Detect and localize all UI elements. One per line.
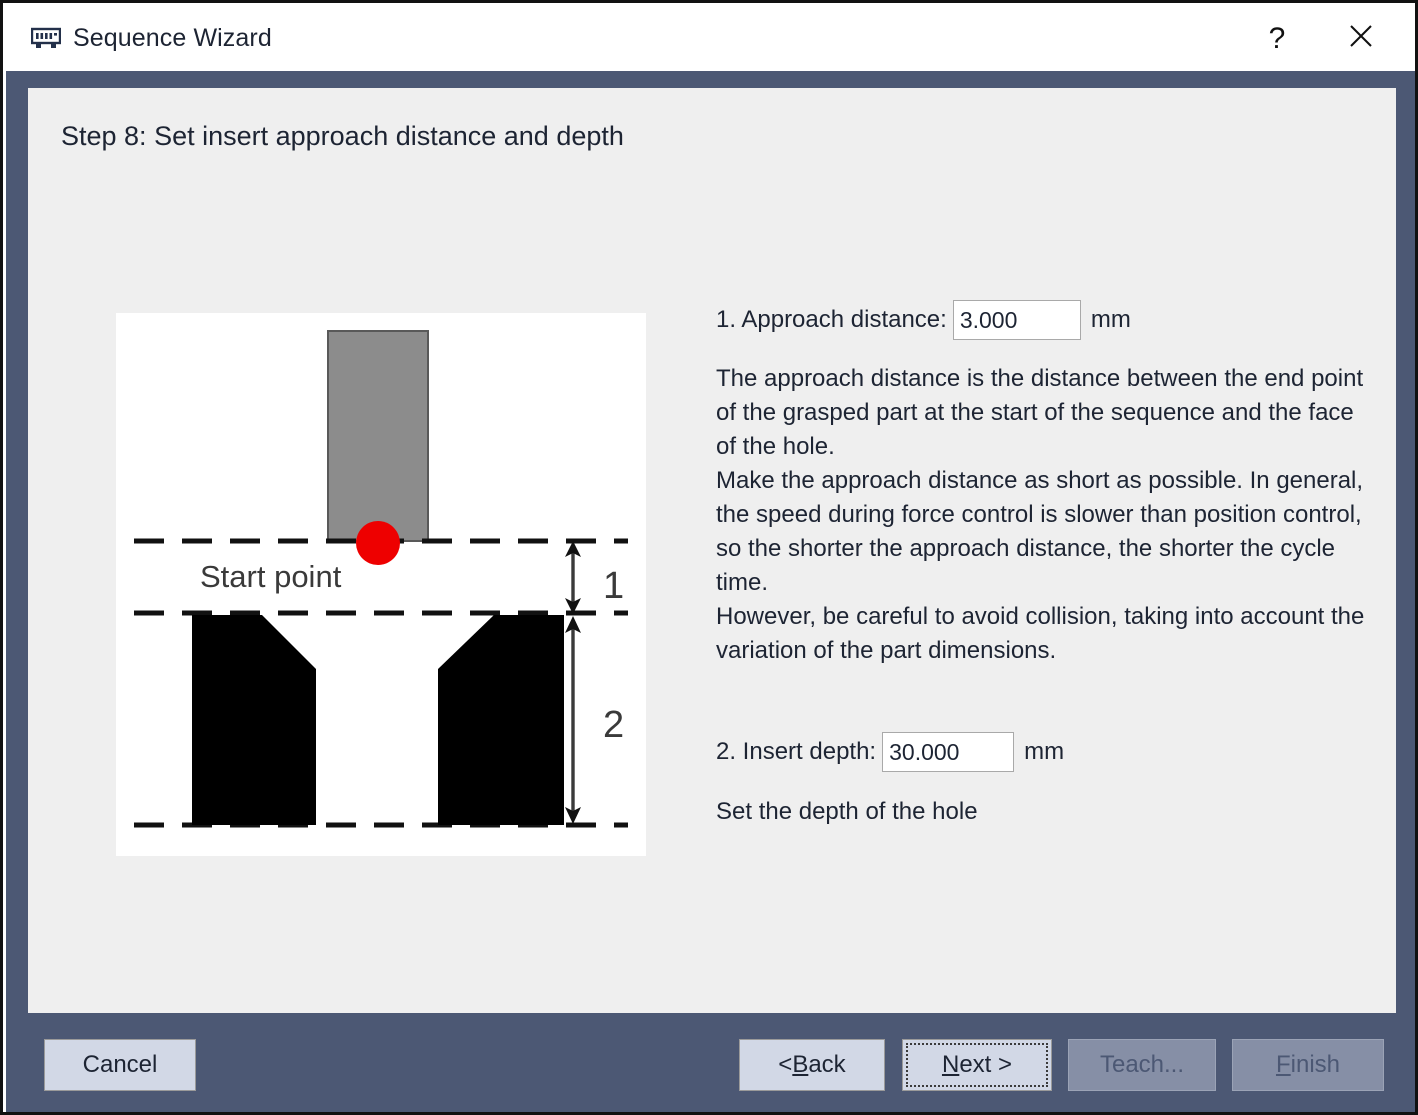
insert-approach-diagram: Start point 1 2 [116, 313, 646, 856]
back-button-accel: B [792, 1051, 809, 1078]
svg-text:Start point: Start point [200, 559, 342, 594]
cancel-button[interactable]: Cancel [44, 1039, 196, 1091]
approach-distance-input[interactable] [952, 300, 1081, 340]
finish-button-label: inish [1290, 1051, 1341, 1078]
approach-distance-row: 1. Approach distance: mm [716, 300, 1376, 340]
close-button[interactable] [1330, 6, 1392, 71]
teach-button-label: Teach... [1099, 1051, 1185, 1078]
approach-distance-unit: mm [1090, 306, 1131, 333]
close-icon [1347, 22, 1375, 55]
help-button[interactable]: ? [1246, 6, 1308, 71]
sequence-wizard-window: Sequence Wizard ? Step 8: Set insert app… [0, 0, 1418, 1115]
next-button-accel: N [941, 1051, 960, 1078]
settings-column: 1. Approach distance: mm The approach di… [716, 300, 1376, 826]
back-button-prefix: < [778, 1051, 793, 1078]
approach-distance-label: 1. Approach distance: [716, 306, 947, 333]
insert-depth-description: Set the depth of the hole [716, 798, 978, 825]
next-button-label: ext > [959, 1051, 1013, 1078]
insert-depth-label: 2. Insert depth: [716, 738, 877, 765]
back-button[interactable]: < Back [739, 1039, 885, 1091]
cancel-button-label: Cancel [82, 1051, 158, 1078]
dialog-body: Step 8: Set insert approach distance and… [6, 71, 1415, 1112]
insert-depth-row: 2. Insert depth: mm [716, 732, 1376, 772]
insert-depth-unit: mm [1024, 738, 1065, 765]
finish-button-accel: F [1275, 1051, 1291, 1078]
insert-depth-input[interactable] [882, 732, 1015, 772]
teach-button: Teach... [1068, 1039, 1216, 1091]
finish-button: Finish [1232, 1039, 1384, 1091]
footer-button-bar: Cancel < Back Next > Teach... Finish [6, 1013, 1415, 1112]
page-title: Step 8: Set insert approach distance and… [61, 121, 624, 151]
window-title: Sequence Wizard [73, 24, 272, 52]
content-panel: Step 8: Set insert approach distance and… [28, 88, 1396, 1013]
help-icon: ? [1268, 21, 1286, 55]
back-button-label: ack [808, 1051, 846, 1078]
next-button[interactable]: Next > [902, 1039, 1052, 1091]
svg-text:1: 1 [603, 565, 624, 607]
memory-module-icon [31, 27, 61, 51]
svg-text:2: 2 [603, 704, 624, 746]
approach-distance-description: The approach distance is the distance be… [716, 365, 1365, 664]
title-bar: Sequence Wizard ? [6, 6, 1415, 71]
